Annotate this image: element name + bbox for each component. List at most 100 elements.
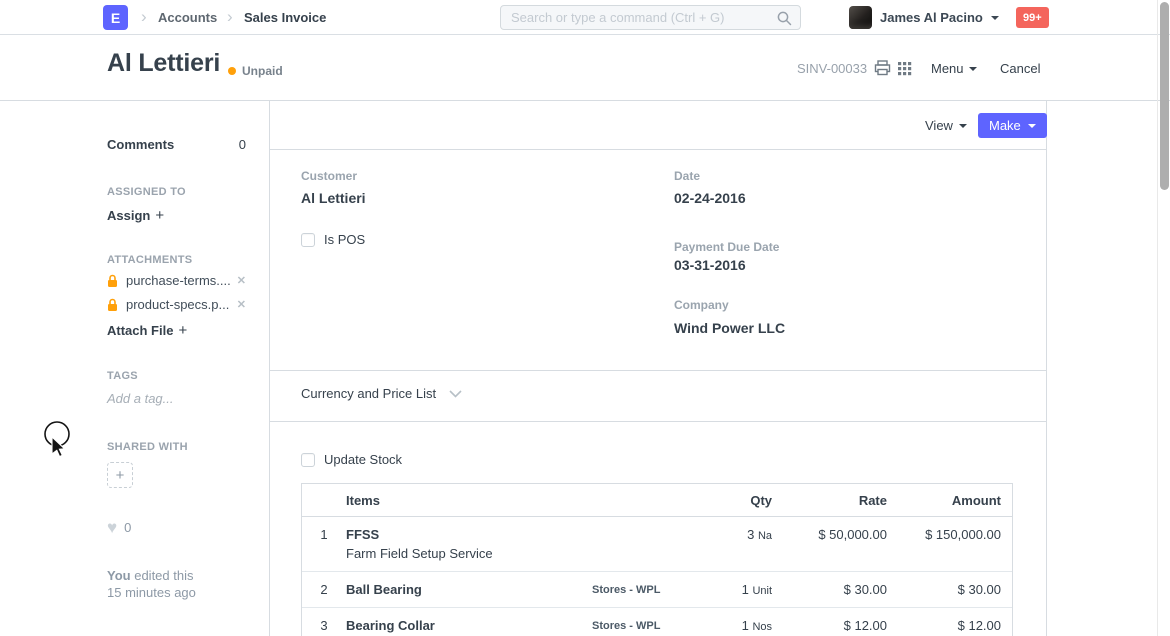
items-table: Items Qty Rate Amount 1 FFSS Farm Field …: [301, 483, 1013, 636]
cancel-button[interactable]: Cancel: [1000, 61, 1040, 76]
top-navbar: E › Accounts › Sales Invoice James Al Pa…: [0, 0, 1170, 35]
attach-file-button[interactable]: Attach File: [107, 323, 187, 338]
breadcrumb-chevron-icon: ›: [227, 7, 233, 26]
is-pos-label: Is POS: [324, 232, 366, 247]
company-value[interactable]: Wind Power LLC: [674, 320, 785, 336]
table-row[interactable]: 2 Ball Bearing Stores - WPL 1 Unit $ 30.…: [302, 572, 1012, 608]
edited-time: 15 minutes ago: [107, 585, 196, 600]
user-menu[interactable]: James Al Pacino: [849, 0, 999, 35]
item-rate: $ 50,000.00: [818, 527, 887, 542]
item-warehouse: Stores - WPL: [592, 584, 661, 596]
search-input[interactable]: [501, 6, 800, 29]
item-warehouse: [592, 527, 668, 561]
menu-button[interactable]: Menu: [931, 61, 977, 76]
date-label: Date: [674, 169, 701, 183]
comments-count: 0: [238, 137, 246, 152]
status-badge: Unpaid: [228, 64, 283, 78]
chevron-down-icon: [958, 123, 967, 128]
customer-value[interactable]: Al Lettieri: [301, 190, 366, 206]
chevron-down-icon: [1027, 123, 1036, 128]
assigned-to-heading: ASSIGNED TO: [107, 186, 186, 198]
items-header: Items: [346, 492, 380, 508]
item-name: Bearing Collar: [346, 618, 435, 633]
lock-icon: [108, 298, 117, 311]
main-form: View Make Customer Al Lettieri Is POS Da…: [270, 101, 1047, 636]
notification-badge[interactable]: 99+: [1016, 7, 1049, 28]
company-label: Company: [674, 298, 729, 312]
breadcrumb-sales-invoice[interactable]: Sales Invoice: [244, 0, 326, 34]
sidebar-comments-link[interactable]: Comments: [107, 137, 174, 152]
document-id: SINV-00033: [797, 61, 868, 76]
row-index: 3: [320, 618, 328, 633]
date-value[interactable]: 02-24-2016: [674, 190, 746, 206]
app-logo[interactable]: E: [103, 5, 128, 30]
status-label: Unpaid: [242, 64, 283, 78]
is-pos-field: Is POS: [301, 232, 365, 247]
item-name: Ball Bearing: [346, 582, 422, 597]
table-row[interactable]: 1 FFSS Farm Field Setup Service 3 Na $ 5…: [302, 517, 1012, 572]
make-button[interactable]: Make: [978, 113, 1047, 138]
tags-heading: TAGS: [107, 370, 138, 382]
edited-action: edited this: [134, 568, 194, 583]
amount-header: Amount: [951, 492, 1001, 508]
chevron-down-icon: [968, 66, 977, 71]
remove-attachment-icon[interactable]: [237, 274, 246, 287]
rate-header: Rate: [858, 492, 887, 508]
remove-attachment-icon[interactable]: [237, 298, 246, 311]
print-icon[interactable]: [874, 60, 891, 76]
breadcrumb-chevron-icon: ›: [141, 7, 147, 26]
like-heart-icon[interactable]: [107, 521, 117, 535]
item-qty: 1: [741, 582, 749, 597]
update-stock-field: Update Stock: [301, 452, 402, 467]
page-header: Al Lettieri Unpaid SINV-00033 Menu Cance…: [0, 35, 1170, 101]
attachment-link[interactable]: product-specs.p...: [126, 297, 237, 312]
items-table-header: Items Qty Rate Amount: [302, 484, 1012, 517]
assign-button[interactable]: Assign: [107, 208, 164, 223]
scrollbar-thumb[interactable]: [1160, 2, 1169, 190]
currency-section-label: Currency and Price List: [301, 386, 437, 401]
section-divider: [270, 370, 1047, 371]
edited-by: You: [107, 568, 131, 583]
item-description: Farm Field Setup Service: [346, 546, 493, 561]
item-qty: 3: [747, 527, 755, 542]
make-button-label: Make: [989, 118, 1021, 133]
item-amount: $ 30.00: [957, 582, 1001, 597]
scrollbar-track: [1157, 0, 1158, 636]
payment-due-date-value[interactable]: 03-31-2016: [674, 257, 746, 273]
update-stock-checkbox[interactable]: [301, 452, 315, 467]
row-index: 1: [320, 527, 328, 542]
attachment-item: purchase-terms....: [107, 273, 246, 288]
status-dot-icon: [228, 67, 236, 75]
attachments-heading: ATTACHMENTS: [107, 254, 193, 266]
row-index: 2: [320, 582, 328, 597]
page-title: Al Lettieri: [107, 49, 221, 77]
lock-icon: [108, 274, 117, 287]
form-toolbar: View Make: [270, 101, 1047, 150]
item-name: FFSS: [346, 527, 380, 542]
shared-with-heading: SHARED WITH: [107, 441, 188, 453]
user-avatar: [849, 6, 872, 29]
item-rate: $ 12.00: [843, 618, 887, 633]
item-warehouse: Stores - WPL: [592, 620, 661, 632]
currency-section-toggle[interactable]: Currency and Price List: [301, 386, 462, 401]
attachment-link[interactable]: purchase-terms....: [126, 273, 237, 288]
breadcrumb-accounts[interactable]: Accounts: [158, 0, 217, 34]
add-tag-input[interactable]: Add a tag...: [107, 391, 246, 406]
view-button-label: View: [925, 118, 953, 133]
table-row[interactable]: 3 Bearing Collar Stores - WPL 1 Nos $ 12…: [302, 608, 1012, 636]
is-pos-checkbox[interactable]: [301, 232, 315, 247]
menu-button-label: Menu: [931, 61, 964, 76]
edited-info: You edited this 15 minutes ago: [107, 567, 246, 601]
chevron-down-icon: [990, 15, 999, 20]
grid-view-icon[interactable]: [897, 60, 913, 76]
item-amount: $ 150,000.00: [925, 527, 1001, 542]
likes-count: 0: [124, 520, 132, 535]
item-uom: Nos: [752, 621, 772, 633]
add-share-button[interactable]: +: [107, 462, 133, 488]
sidebar: Comments 0 ASSIGNED TO Assign ATTACHMENT…: [0, 101, 270, 636]
view-button[interactable]: View: [925, 113, 967, 138]
section-divider: [270, 421, 1047, 422]
plus-icon: +: [115, 466, 125, 484]
item-rate: $ 30.00: [843, 582, 887, 597]
item-uom: Unit: [752, 585, 772, 597]
